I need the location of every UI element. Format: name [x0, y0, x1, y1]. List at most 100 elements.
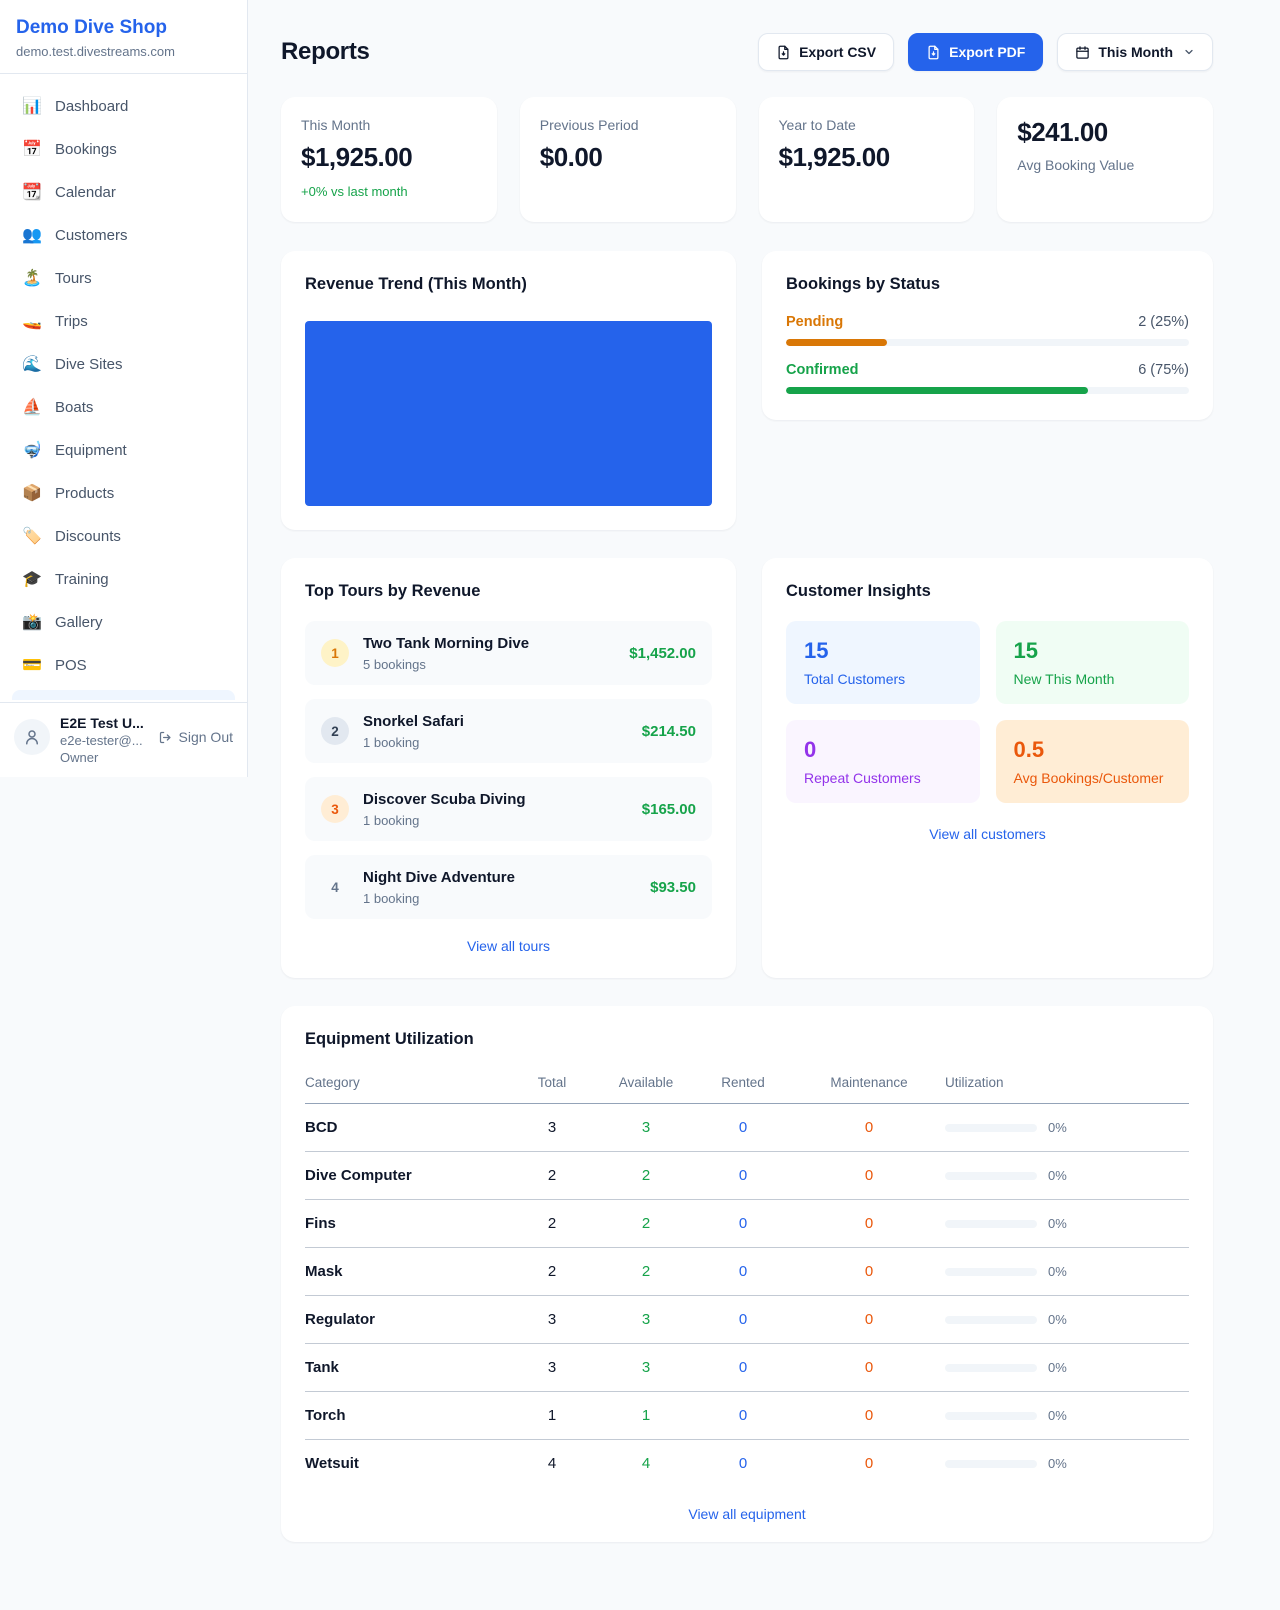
sidebar-item-boats[interactable]: ⛵Boats	[12, 387, 235, 427]
tile-value: 15	[1014, 638, 1172, 664]
table-row: Dive Computer 2 2 0 0 0%	[305, 1152, 1189, 1200]
sidebar-item-dive-sites[interactable]: 🌊Dive Sites	[12, 344, 235, 384]
sidebar-item-tours[interactable]: 🏝️Tours	[12, 258, 235, 298]
cell-category: Regulator	[305, 1311, 505, 1328]
sidebar-item-trips[interactable]: 🚤Trips	[12, 301, 235, 341]
user-email: e2e-tester@...	[60, 733, 144, 748]
sidebar-nav: 📊Dashboard 📅Bookings 📆 Calendar 👥Customer…	[0, 74, 247, 702]
tile-label: Total Customers	[804, 671, 962, 687]
tour-row: 2 Snorkel Safari 1 booking $214.50	[305, 699, 712, 763]
utilization-percent: 0%	[1048, 1168, 1067, 1183]
view-all-customers-link[interactable]: View all customers	[786, 826, 1189, 842]
cell-total: 3	[505, 1119, 599, 1136]
export-csv-button[interactable]: Export CSV	[758, 33, 894, 71]
stat-card-previous-period: Previous Period $0.00	[520, 97, 736, 222]
calendar-icon: 📆	[22, 182, 42, 202]
sidebar-item-products[interactable]: 📦Products	[12, 473, 235, 513]
sidebar-item-calendar[interactable]: 📆 Calendar	[12, 172, 235, 212]
utilization-percent: 0%	[1048, 1408, 1067, 1423]
progress-fill	[786, 339, 887, 346]
cell-total: 2	[505, 1215, 599, 1232]
view-all-tours-link[interactable]: View all tours	[305, 938, 712, 954]
insight-tiles: 15 Total Customers 15 New This Month 0 R…	[786, 621, 1189, 803]
col-available: Available	[599, 1075, 693, 1090]
header-actions: Export CSV Export PDF This Month	[758, 33, 1213, 71]
status-row-confirmed: Confirmed 6 (75%)	[786, 362, 1189, 394]
tours-icon: 🏝️	[22, 268, 42, 288]
sidebar-item-dashboard[interactable]: 📊Dashboard	[12, 86, 235, 126]
equipment-utilization-title: Equipment Utilization	[305, 1030, 1189, 1049]
tile-value: 0	[804, 737, 962, 763]
cell-maintenance: 0	[793, 1311, 945, 1328]
bookings-by-status-card: Bookings by Status Pending 2 (25%) Confi…	[762, 251, 1213, 420]
rank-badge: 4	[321, 873, 349, 901]
sidebar-item-label: Discounts	[55, 528, 121, 545]
cell-maintenance: 0	[793, 1167, 945, 1184]
cell-total: 4	[505, 1455, 599, 1472]
sidebar-item-gallery[interactable]: 📸Gallery	[12, 602, 235, 642]
cell-available: 2	[599, 1215, 693, 1232]
cell-total: 3	[505, 1311, 599, 1328]
utilization-percent: 0%	[1048, 1120, 1067, 1135]
tour-row: 1 Two Tank Morning Dive 5 bookings $1,45…	[305, 621, 712, 685]
cell-category: Mask	[305, 1263, 505, 1280]
rank-badge: 3	[321, 795, 349, 823]
file-icon	[776, 45, 791, 60]
sidebar-item-discounts[interactable]: 🏷️Discounts	[12, 516, 235, 556]
utilization-percent: 0%	[1048, 1312, 1067, 1327]
cell-category: Fins	[305, 1215, 505, 1232]
cell-utilization: 0%	[945, 1456, 1189, 1471]
tour-bookings: 1 booking	[363, 735, 464, 750]
utilization-track	[945, 1316, 1037, 1324]
rank-badge: 1	[321, 639, 349, 667]
training-icon: 🎓	[22, 569, 42, 589]
trips-icon: 🚤	[22, 311, 42, 331]
cell-available: 2	[599, 1263, 693, 1280]
cell-maintenance: 0	[793, 1215, 945, 1232]
stat-label: Avg Booking Value	[1017, 157, 1193, 173]
charts-row: Revenue Trend (This Month) Bookings by S…	[281, 251, 1213, 530]
tile-avg-bookings: 0.5 Avg Bookings/Customer	[996, 720, 1190, 803]
table-row: Wetsuit 4 4 0 0 0%	[305, 1440, 1189, 1487]
sidebar-item-bookings[interactable]: 📅Bookings	[12, 129, 235, 169]
cell-utilization: 0%	[945, 1120, 1189, 1135]
cell-rented: 0	[693, 1359, 793, 1376]
export-pdf-button[interactable]: Export PDF	[908, 33, 1043, 71]
stat-value: $1,925.00	[301, 142, 477, 173]
user-role: Owner	[60, 750, 144, 765]
tour-name: Night Dive Adventure	[363, 869, 515, 886]
boats-icon: ⛵	[22, 397, 42, 417]
stat-value: $1,925.00	[779, 142, 955, 173]
sidebar-item-active-partial[interactable]	[12, 690, 235, 700]
sign-out-button[interactable]: Sign Out	[158, 729, 233, 745]
sidebar-item-label: Calendar	[55, 184, 116, 201]
sidebar-item-training[interactable]: 🎓Training	[12, 559, 235, 599]
cell-maintenance: 0	[793, 1263, 945, 1280]
tile-new-this-month: 15 New This Month	[996, 621, 1190, 704]
shop-domain: demo.test.divestreams.com	[16, 44, 231, 59]
tile-label: Avg Bookings/Customer	[1014, 770, 1172, 786]
cell-rented: 0	[693, 1263, 793, 1280]
utilization-percent: 0%	[1048, 1216, 1067, 1231]
insights-row: Top Tours by Revenue 1 Two Tank Morning …	[281, 558, 1213, 978]
tour-bookings: 1 booking	[363, 891, 515, 906]
progress-fill	[786, 387, 1088, 394]
sidebar-item-label: Equipment	[55, 442, 127, 459]
sidebar-item-equipment[interactable]: 🤿Equipment	[12, 430, 235, 470]
page-title: Reports	[281, 38, 370, 66]
stat-card-year-to-date: Year to Date $1,925.00	[759, 97, 975, 222]
sidebar-item-label: Dashboard	[55, 98, 128, 115]
sidebar-item-customers[interactable]: 👥Customers	[12, 215, 235, 255]
stat-label: This Month	[301, 117, 477, 133]
cell-available: 2	[599, 1167, 693, 1184]
view-all-equipment-link[interactable]: View all equipment	[305, 1506, 1189, 1522]
utilization-percent: 0%	[1048, 1264, 1067, 1279]
cell-category: BCD	[305, 1119, 505, 1136]
period-select[interactable]: This Month	[1057, 33, 1213, 71]
cell-available: 3	[599, 1119, 693, 1136]
utilization-track	[945, 1220, 1037, 1228]
status-row-pending: Pending 2 (25%)	[786, 314, 1189, 346]
sidebar-item-pos[interactable]: 💳POS	[12, 645, 235, 685]
tour-row: 3 Discover Scuba Diving 1 booking $165.0…	[305, 777, 712, 841]
tour-amount: $165.00	[642, 801, 696, 818]
